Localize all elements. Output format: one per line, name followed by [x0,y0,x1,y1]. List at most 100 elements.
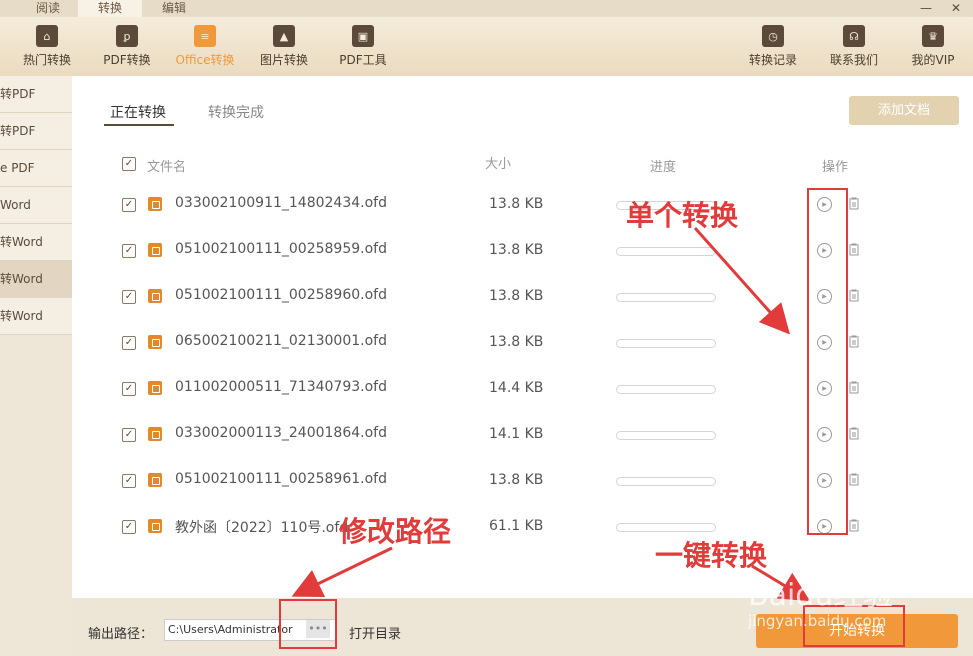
progress-bar [616,385,716,394]
trash-icon[interactable] [848,473,860,486]
ofd-file-icon [148,519,162,533]
progress-bar [616,339,716,348]
toolbar-contact[interactable]: ☊ 联系我们 [824,17,884,76]
minimize-icon[interactable]: — [916,0,936,17]
trash-icon[interactable] [848,197,860,210]
file-name: 033002000113_24001864.ofd [175,425,387,441]
header-progress: 进度 [650,160,677,175]
trash-icon[interactable] [848,335,860,348]
toolbar-label: PDF工具 [339,53,387,67]
toolbar-history[interactable]: ◷ 转换记录 [743,17,803,76]
sidebar-item[interactable]: 转PDF [0,76,72,113]
header-action: 操作 [822,160,849,175]
file-name: 051002100111_00258961.ofd [175,471,387,487]
sidebar-item[interactable]: 转PDF [0,113,72,150]
toolbar-label: 转换记录 [748,53,797,67]
file-name: 033002100911_14802434.ofd [175,195,387,211]
trash-icon[interactable] [848,289,860,302]
ofd-file-icon [148,243,162,257]
active-tab-underline [104,124,174,126]
file-size: 13.8 KB [489,472,544,488]
progress-bar [616,247,716,256]
watermark-brand: Baidu经验 [748,578,894,613]
file-name: 051002100111_00258959.ofd [175,241,387,257]
select-all-checkbox[interactable]: ✓ [122,157,136,171]
progress-bar [616,431,716,440]
annotation-text-single: 单个转换 [626,199,739,232]
ofd-file-icon [148,289,162,303]
header-filename: 文件名 [147,160,187,175]
annotation-text-path: 修改路径 [339,515,452,548]
trash-icon[interactable] [848,243,860,256]
sidebar-item-selected[interactable]: 转Word [0,261,72,298]
sidebar-item[interactable]: e PDF [0,150,72,187]
ofd-file-icon [148,427,162,441]
file-size: 61.1 KB [489,518,544,534]
add-document-button[interactable]: 添加文档 [849,96,959,125]
trash-icon[interactable] [848,427,860,440]
trash-icon[interactable] [848,381,860,394]
file-size: 14.1 KB [489,426,544,442]
output-path-label: 输出路径： [88,627,154,642]
sidebar-item[interactable]: 转Word [0,224,72,261]
tab-edit[interactable]: 编辑 [144,0,204,17]
file-checkbox[interactable]: ✓ [122,198,136,212]
file-checkbox[interactable]: ✓ [122,382,136,396]
tab-convert[interactable]: 转换 [78,0,142,17]
house-icon: ⌂ [36,25,58,47]
ofd-file-icon [148,335,162,349]
toolbar-label: 图片转换 [259,53,308,67]
tab-converting[interactable]: 正在转换 [110,102,166,122]
top-tab-strip: 阅读 转换 编辑 — ✕ [0,0,973,17]
image-icon: ▲ [273,25,295,47]
sidebar-item[interactable]: 转Word [0,298,72,335]
file-name: 065002100211_02130001.ofd [175,333,387,349]
toolbar-label: 热门转换 [22,53,71,67]
file-size: 13.8 KB [489,242,544,258]
watermark-url: jingyan.baidu.com [748,612,887,630]
sidebar: 转PDF 转PDF e PDF Word 转Word 转Word 转Word [0,76,72,656]
main-toolbar: ⌂ 热门转换 ꝑ PDF转换 ≡ Office转换 ▲ 图片转换 ▣ PDF工具… [0,17,973,77]
crown-icon: ♛ [922,25,944,47]
toolbox-icon: ▣ [352,25,374,47]
file-name: 教外函〔2022〕110号.ofd [175,520,349,536]
toolbar-hot-convert[interactable]: ⌂ 热门转换 [18,17,76,76]
sidebar-item[interactable]: Word [0,187,72,224]
toolbar-label: 我的VIP [911,53,955,67]
file-checkbox[interactable]: ✓ [122,290,136,304]
toolbar-office-convert[interactable]: ≡ Office转换 [171,17,239,76]
file-name: 051002100111_00258960.ofd [175,287,387,303]
progress-bar [616,523,716,532]
toolbar-label: Office转换 [175,53,235,67]
annotation-box-actions [807,188,848,535]
toolbar-pdf-convert[interactable]: ꝑ PDF转换 [98,17,156,76]
progress-bar [616,477,716,486]
annotation-box-path [279,599,337,649]
file-checkbox[interactable]: ✓ [122,336,136,350]
toolbar-label: 联系我们 [829,53,878,67]
file-size: 13.8 KB [489,334,544,350]
ofd-file-icon [148,197,162,211]
file-name: 011002000511_71340793.ofd [175,379,387,395]
tab-read[interactable]: 阅读 [18,0,78,17]
toolbar-vip[interactable]: ♛ 我的VIP [904,17,962,76]
toolbar-image-convert[interactable]: ▲ 图片转换 [255,17,313,76]
ofd-file-icon [148,473,162,487]
progress-bar [616,293,716,302]
pdf-icon: ꝑ [116,25,138,47]
file-size: 14.4 KB [489,380,544,396]
header-size: 大小 [485,157,512,172]
office-doc-icon: ≡ [194,25,216,47]
toolbar-pdf-tools[interactable]: ▣ PDF工具 [334,17,392,76]
open-directory-link[interactable]: 打开目录 [349,623,401,642]
close-icon[interactable]: ✕ [946,0,966,17]
file-size: 13.8 KB [489,196,544,212]
file-checkbox[interactable]: ✓ [122,428,136,442]
trash-icon[interactable] [848,519,860,532]
toolbar-label: PDF转换 [103,53,151,67]
file-checkbox[interactable]: ✓ [122,474,136,488]
file-checkbox[interactable]: ✓ [122,520,136,534]
file-checkbox[interactable]: ✓ [122,244,136,258]
tab-converted[interactable]: 转换完成 [208,102,264,122]
headset-icon: ☊ [843,25,865,47]
